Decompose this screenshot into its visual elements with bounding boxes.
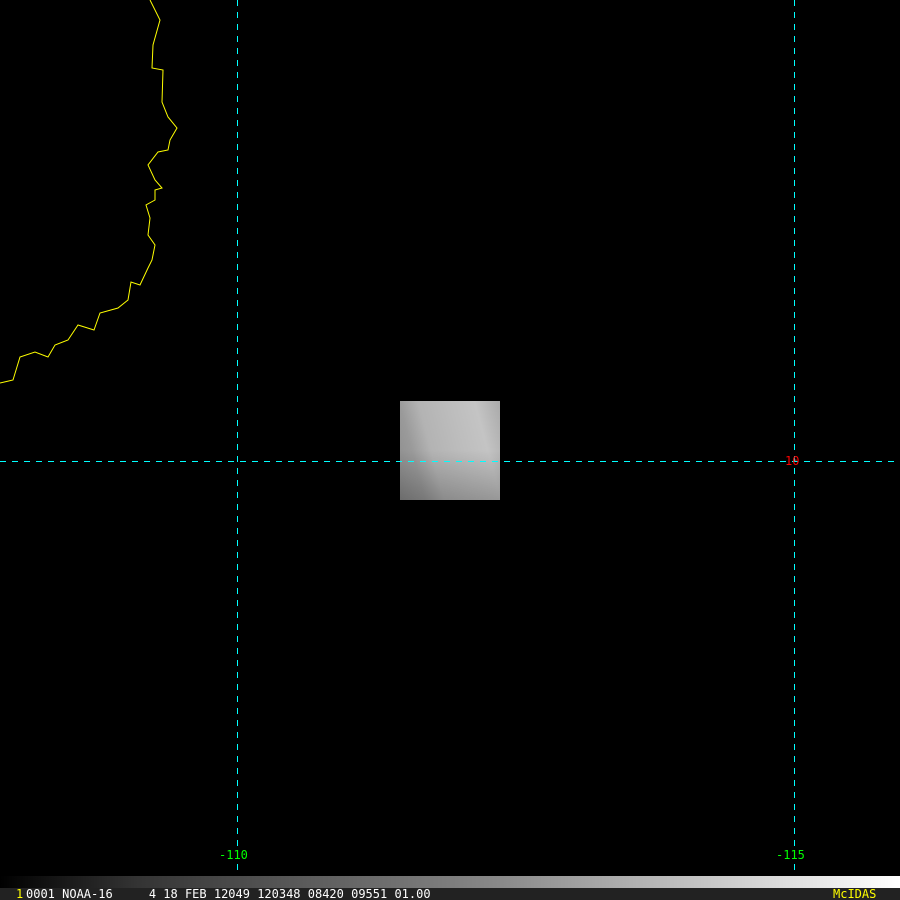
coastline xyxy=(0,0,178,384)
longitude-label: -115 xyxy=(776,848,805,862)
frame-number: 1 xyxy=(16,887,24,900)
map-overlay xyxy=(0,0,900,900)
image-info: 0001 NOAA-16 4 18 FEB 12049 120348 08420… xyxy=(26,887,431,900)
latitude-label: 10 xyxy=(785,454,800,468)
mcidas-brand: McIDAS xyxy=(833,887,877,900)
status-bar: 1 0001 NOAA-16 4 18 FEB 12049 120348 084… xyxy=(0,888,900,900)
satellite-map-display: -110 -115 10 1 0001 NOAA-16 4 18 FEB 120… xyxy=(0,0,900,900)
longitude-label: -110 xyxy=(219,848,248,862)
